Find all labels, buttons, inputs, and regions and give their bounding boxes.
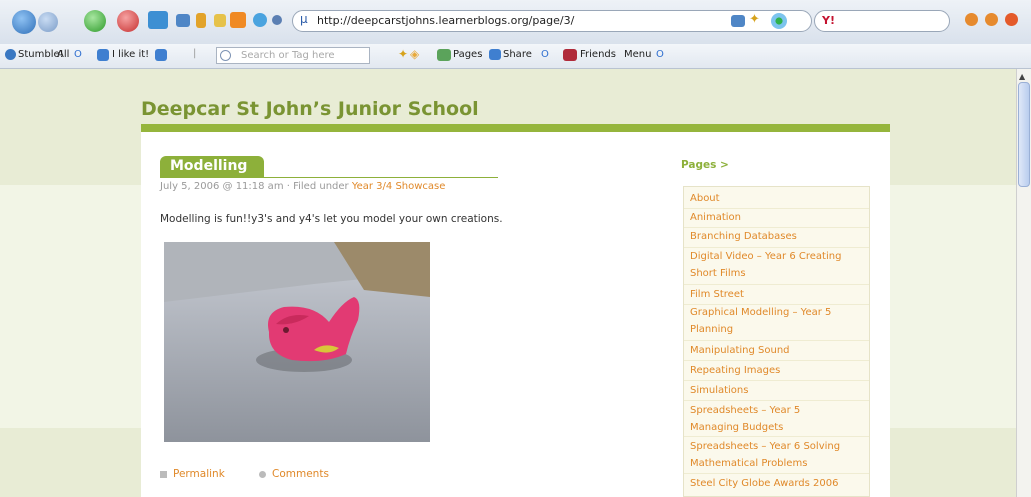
sidebar-item-label[interactable]: Digital Video – Year 6 Creating <box>690 251 841 262</box>
sidebar-item-label[interactable]: Planning <box>690 324 733 335</box>
post-meta: July 5, 2006 @ 11:18 am · Filed under Ye… <box>160 181 445 192</box>
minimize-icon[interactable] <box>965 13 978 26</box>
share-icon[interactable] <box>489 49 501 60</box>
sidebar-item-graphical-modelling[interactable]: Graphical Modelling – Year 5 Planning <box>690 304 831 338</box>
maximize-icon[interactable] <box>985 13 998 26</box>
post-body: Modelling is fun!!y3's and y4's let you … <box>160 213 503 225</box>
sidebar-item-repeating-images[interactable]: Repeating Images <box>690 362 780 379</box>
header-rule <box>141 124 890 132</box>
rss-feed-icon[interactable] <box>230 12 246 28</box>
download-icon[interactable] <box>196 13 206 28</box>
share-count: O <box>541 49 549 60</box>
spark-icon[interactable]: ✦ <box>749 12 760 27</box>
menu-button[interactable]: Menu <box>624 49 651 60</box>
separator: | <box>193 48 197 59</box>
sidebar-divider <box>684 284 869 285</box>
comments-icon <box>259 470 266 478</box>
scroll-up-arrow-icon[interactable]: ▲ <box>1019 72 1025 81</box>
sidebar-item-label[interactable]: Mathematical Problems <box>690 458 807 469</box>
browser-window: μ http://deepcarstjohns.learnerblogs.org… <box>0 0 1031 497</box>
sidebar-item-about[interactable]: About <box>690 190 720 207</box>
scrollbar-thumb[interactable] <box>1018 82 1030 187</box>
forward-icon[interactable] <box>38 12 58 32</box>
post-date: July 5, 2006 @ 11:18 am · Filed under <box>160 181 352 192</box>
comments-label[interactable]: Comments <box>272 468 329 480</box>
sidebar-item-label[interactable]: Spreadsheets – Year 6 Solving <box>690 441 840 452</box>
sidebar-item-branching-databases[interactable]: Branching Databases <box>690 228 797 245</box>
all-count: O <box>74 49 82 60</box>
address-bar[interactable]: μ http://deepcarstjohns.learnerblogs.org… <box>292 10 812 32</box>
sidebar-item-simulations[interactable]: Simulations <box>690 382 748 399</box>
permalink-label[interactable]: Permalink <box>173 468 225 480</box>
photo-drawing <box>164 242 430 442</box>
sidebar-item-animation[interactable]: Animation <box>690 209 741 226</box>
pages-icon[interactable] <box>437 49 451 61</box>
all-button[interactable]: All <box>57 49 69 60</box>
reload-icon[interactable] <box>84 10 106 32</box>
sidebar-divider <box>684 380 869 381</box>
clay-model-photo <box>164 242 430 442</box>
tag-icon[interactable]: ✦ <box>398 47 408 61</box>
thumbs-up-icon[interactable] <box>97 49 109 61</box>
search-bar[interactable]: Y! <box>814 10 950 32</box>
sidebar-divider <box>684 473 869 474</box>
info-icon[interactable] <box>253 13 267 27</box>
pages-heading[interactable]: Pages > <box>681 159 729 171</box>
post-title[interactable]: Modelling <box>170 158 247 174</box>
menu-count: O <box>656 49 664 60</box>
url-text[interactable]: http://deepcarstjohns.learnerblogs.org/p… <box>317 14 574 27</box>
page-favicon: μ <box>300 12 308 26</box>
comments-link[interactable]: Comments <box>259 468 329 480</box>
sidebar-item-spreadsheets-year6[interactable]: Spreadsheets – Year 6 Solving Mathematic… <box>690 438 840 472</box>
sidebar-item-label[interactable]: Short Films <box>690 268 746 279</box>
sidebar-divider <box>684 436 869 437</box>
sidebar-divider <box>684 340 869 341</box>
sidebar-divider <box>684 360 869 361</box>
back-icon[interactable] <box>12 10 36 34</box>
friends-icon[interactable] <box>563 49 577 61</box>
permalink-link[interactable]: Permalink <box>160 468 225 480</box>
diamond-icon[interactable]: ◈ <box>410 47 419 61</box>
bookmark-icon[interactable] <box>176 14 190 27</box>
share-button[interactable]: Share <box>503 49 532 60</box>
sidebar-item-digital-video[interactable]: Digital Video – Year 6 Creating Short Fi… <box>690 248 841 282</box>
stop-icon[interactable] <box>117 10 139 32</box>
status-icon <box>272 15 282 25</box>
sidebar-item-film-street[interactable]: Film Street <box>690 286 744 303</box>
tag-search-input[interactable]: Search or Tag here <box>216 47 370 64</box>
sidebar-item-spreadsheets-year5[interactable]: Spreadsheets – Year 5 Managing Budgets <box>690 402 800 436</box>
sidebar-item-label[interactable]: Spreadsheets – Year 5 <box>690 405 800 416</box>
comment-icon[interactable] <box>220 50 231 61</box>
site-title[interactable]: Deepcar St John’s Junior School <box>141 98 479 120</box>
ilikeit-button[interactable]: I like it! <box>112 49 149 60</box>
friends-button[interactable]: Friends <box>580 49 616 60</box>
navigation-toolbar: μ http://deepcarstjohns.learnerblogs.org… <box>0 0 1031 45</box>
sidebar-item-label[interactable]: Graphical Modelling – Year 5 <box>690 307 831 318</box>
post-category-link[interactable]: Year 3/4 Showcase <box>352 181 446 192</box>
sidebar-item-manipulating-sound[interactable]: Manipulating Sound <box>690 342 790 359</box>
post-title-tab[interactable]: Modelling <box>160 156 264 177</box>
rss-icon[interactable] <box>731 15 745 27</box>
sidebar-item-steel-city-globe-awards[interactable]: Steel City Globe Awards 2006 <box>690 475 839 492</box>
permalink-icon <box>160 470 167 478</box>
pencil-icon[interactable] <box>214 14 226 27</box>
search-engine-icon[interactable]: Y! <box>822 14 835 27</box>
stumble-logo-icon[interactable] <box>5 49 16 60</box>
thumbs-down-icon[interactable] <box>155 49 167 61</box>
sidebar-divider <box>684 400 869 401</box>
post-title-rule <box>160 177 498 178</box>
sidebar-item-label[interactable]: Managing Budgets <box>690 422 783 433</box>
pages-button[interactable]: Pages <box>453 49 482 60</box>
search-placeholder: Search or Tag here <box>241 50 335 61</box>
home-icon[interactable] <box>148 11 168 29</box>
go-icon[interactable] <box>771 13 787 29</box>
close-icon[interactable] <box>1005 13 1018 26</box>
